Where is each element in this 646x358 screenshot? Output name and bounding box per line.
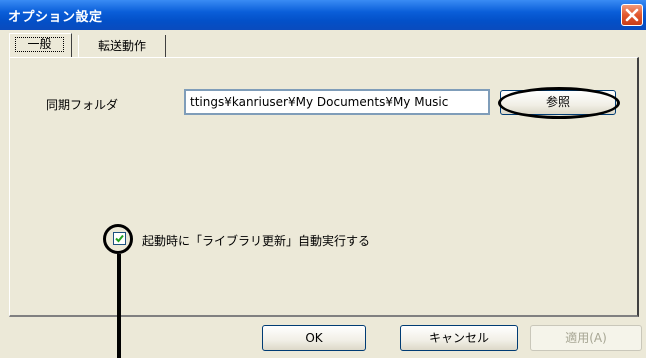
tab-general[interactable]: 一般	[9, 33, 72, 57]
checkmark-icon	[115, 234, 124, 243]
sync-folder-label: 同期フォルダ	[46, 98, 119, 112]
tab-general-label: 一般	[15, 37, 64, 52]
title-bar[interactable]: オプション設定	[0, 0, 646, 30]
window-title: オプション設定	[8, 10, 103, 25]
browse-button[interactable]: 参照	[500, 90, 616, 115]
callout-leader-line	[117, 254, 121, 358]
apply-button[interactable]: 適用(A)	[530, 325, 642, 351]
tab-transfer[interactable]: 転送動作	[78, 35, 166, 57]
ok-button[interactable]: OK	[262, 325, 366, 351]
auto-update-checkbox[interactable]	[113, 232, 126, 245]
close-button[interactable]	[621, 4, 643, 26]
cancel-button[interactable]: キャンセル	[400, 325, 518, 351]
close-icon	[625, 8, 639, 22]
options-dialog: オプション設定 一般 転送動作 同期フォルダ ttings¥kanriuser¥…	[0, 0, 646, 358]
auto-update-label: 起動時に「ライブラリ更新」自動実行する	[142, 234, 371, 248]
sync-folder-input[interactable]: ttings¥kanriuser¥My Documents¥My Music	[184, 89, 490, 115]
tab-transfer-label: 転送動作	[97, 39, 146, 53]
dialog-body: 一般 転送動作	[0, 30, 646, 358]
